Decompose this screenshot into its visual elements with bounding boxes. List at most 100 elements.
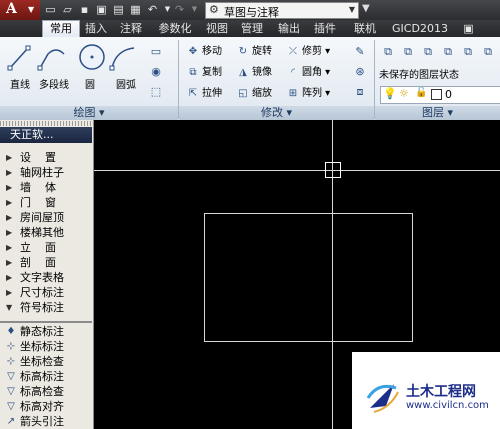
palette-category[interactable]: ▶ 轴网柱子: [0, 166, 92, 180]
application-menu-button[interactable]: A ▼: [0, 0, 40, 20]
layer-isolate-icon[interactable]: ⧉: [460, 44, 476, 60]
layer-color-swatch: [431, 89, 442, 100]
workspace-switcher[interactable]: ⚙ 草图与注释 ▼: [205, 2, 359, 19]
layer-state-select[interactable]: 未保存的图层状态: [379, 66, 459, 81]
erase-icon[interactable]: ✎: [352, 44, 368, 60]
polyline-button[interactable]: 多段线: [36, 76, 72, 91]
copy-label: 复制: [202, 67, 222, 78]
rotate-label: 旋转: [252, 46, 272, 57]
palette-subitem[interactable]: ↗ 箭头引注: [0, 415, 92, 429]
subitem-label: 静态标注: [20, 325, 64, 338]
expand-arrow-icon: ▶: [6, 198, 13, 207]
tab-output[interactable]: 输出: [275, 21, 303, 37]
tab-parametric[interactable]: 参数化: [152, 21, 198, 37]
layer-properties-icon[interactable]: ⧉: [380, 44, 396, 60]
layers-panel-title[interactable]: 图层 ▾: [375, 106, 500, 120]
save-as-icon[interactable]: ▣: [95, 3, 108, 16]
tab-view[interactable]: 视图: [203, 21, 231, 37]
palette-subitem[interactable]: ⊹ 坐标标注: [0, 340, 92, 354]
category-label: 楼梯其他: [20, 226, 64, 239]
layer-previous-icon[interactable]: ⧉: [440, 44, 456, 60]
copy-button[interactable]: ⧉ 复制: [186, 65, 222, 81]
explode-icon[interactable]: ⊛: [352, 64, 368, 80]
elevation-align-icon: ▽: [7, 401, 15, 412]
layer-dropdown[interactable]: 💡 ☼ 🔓 0: [380, 86, 500, 104]
trim-button[interactable]: ⤫ 修剪 ▾: [286, 44, 330, 60]
layer-match-icon[interactable]: ⧉: [420, 44, 436, 60]
subitem-label: 标高检查: [20, 385, 64, 398]
scale-button[interactable]: ◱ 缩放: [236, 86, 272, 102]
palette-title[interactable]: 天正软...: [0, 127, 92, 143]
layer-unisolate-icon[interactable]: ⧉: [480, 44, 496, 60]
palette-category-expanded[interactable]: ▼ 符号标注: [0, 301, 92, 315]
palette-category[interactable]: ▶ 立 面: [0, 241, 92, 255]
fillet-button[interactable]: ◜ 圆角 ▾: [286, 65, 330, 81]
tab-home[interactable]: 常用: [42, 20, 80, 37]
undo-icon[interactable]: ↶: [146, 3, 159, 16]
redo-icon[interactable]: ↷: [173, 3, 186, 16]
unlock-icon: 🔓: [415, 87, 428, 98]
array-button[interactable]: ⊞ 阵列 ▾: [286, 86, 330, 102]
modify-panel-title-text: 修改: [260, 106, 283, 119]
plot-icon[interactable]: ▦: [129, 3, 142, 16]
trim-icon: ⤫: [289, 46, 297, 57]
draw-panel-title[interactable]: 绘图 ▾: [0, 106, 178, 120]
tab-online[interactable]: 联机: [350, 21, 380, 37]
palette-subitem[interactable]: ▽ 标高标注: [0, 370, 92, 384]
new-file-icon[interactable]: ▭: [44, 3, 57, 16]
expand-arrow-icon: ▶: [6, 258, 13, 267]
elevation-icon: ▽: [7, 371, 15, 382]
palette-category[interactable]: ▶ 楼梯其他: [0, 226, 92, 240]
redo-dropdown-icon[interactable]: ▼: [188, 3, 201, 16]
line-button[interactable]: 直线: [4, 76, 36, 91]
drawn-rectangle[interactable]: [204, 213, 413, 342]
subitem-label: 标高标注: [20, 370, 64, 383]
ribbon-minimize-icon[interactable]: ▣: [462, 22, 475, 35]
circle-button[interactable]: 圆: [76, 76, 104, 91]
palette-subitem[interactable]: ⊹ 坐标检查: [0, 355, 92, 369]
modify-panel-title[interactable]: 修改 ▾: [179, 106, 374, 120]
category-label: 文字表格: [20, 271, 64, 284]
offset-icon[interactable]: ⧈: [352, 84, 368, 100]
subitem-label: 标高对齐: [20, 400, 64, 413]
rotate-button[interactable]: ↻ 旋转: [236, 44, 272, 60]
category-label: 立 面: [20, 241, 56, 254]
array-label: 阵列: [302, 88, 322, 99]
palette-category[interactable]: ▶ 剖 面: [0, 256, 92, 270]
palette-category[interactable]: ▶ 门 窗: [0, 196, 92, 210]
layer-state-icon[interactable]: ⧉: [400, 44, 416, 60]
palette-subitem[interactable]: ▽ 标高对齐: [0, 400, 92, 414]
expand-arrow-icon: ▶: [6, 168, 13, 177]
tab-annotate[interactable]: 注释: [116, 21, 146, 37]
hatch-icon[interactable]: ⬚: [148, 84, 164, 100]
autocad-logo: A: [6, 1, 17, 17]
move-button[interactable]: ✥ 移动: [186, 44, 222, 60]
tab-insert[interactable]: 插入: [82, 21, 110, 37]
coordinate-check-icon: ⊹: [6, 356, 16, 367]
palette-category[interactable]: ▶ 文字表格: [0, 271, 92, 285]
pick-box-cursor: [325, 162, 341, 178]
stretch-button[interactable]: ⇱ 拉伸: [186, 86, 222, 102]
save-icon[interactable]: ▪: [78, 3, 91, 16]
palette-subitem[interactable]: ♦ 静态标注: [0, 325, 92, 339]
mirror-button[interactable]: ◮ 镜像: [236, 65, 272, 81]
category-label: 轴网柱子: [20, 166, 64, 179]
palette-category[interactable]: ▶ 设 置: [0, 151, 92, 165]
open-folder-icon[interactable]: ▱: [61, 3, 74, 16]
rectangle-icon[interactable]: ▭: [148, 44, 164, 60]
customize-toolbar-icon[interactable]: ▼: [362, 3, 370, 14]
tab-plugins[interactable]: 插件: [311, 21, 339, 37]
palette-subitem[interactable]: ▽ 标高检查: [0, 385, 92, 399]
palette-category[interactable]: ▶ 墙 体: [0, 181, 92, 195]
tab-gicd2013[interactable]: GICD2013: [390, 21, 450, 37]
ellipse-icon[interactable]: ◉: [148, 64, 164, 80]
gear-icon: ⚙: [209, 3, 219, 16]
expand-arrow-icon: ▶: [6, 183, 13, 192]
palette-grip[interactable]: [0, 121, 92, 126]
move-label: 移动: [202, 46, 222, 57]
print-icon[interactable]: ▤: [112, 3, 125, 16]
palette-category[interactable]: ▶ 房间屋顶: [0, 211, 92, 225]
palette-category[interactable]: ▶ 尺寸标注: [0, 286, 92, 300]
arc-button[interactable]: 圆弧: [108, 76, 144, 91]
tab-manage[interactable]: 管理: [237, 21, 267, 37]
